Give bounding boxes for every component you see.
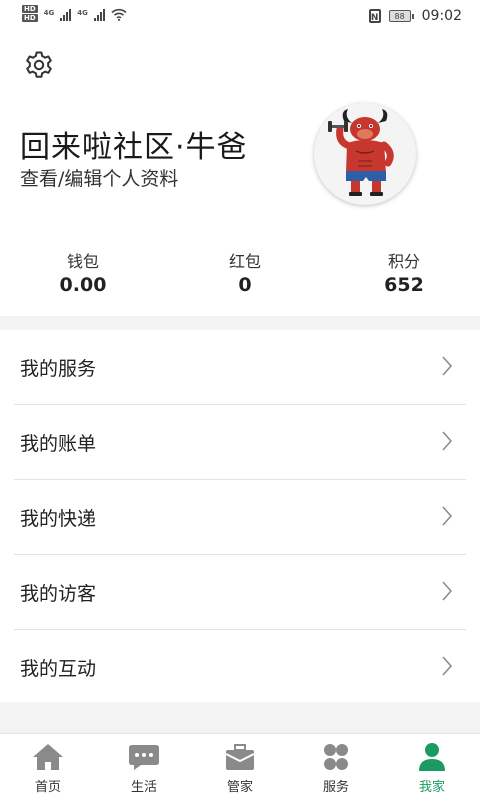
menu-item-my-deliveries[interactable]: 我的快递 (14, 480, 466, 555)
stat-value: 652 (384, 274, 424, 296)
menu-item-label: 我的访客 (20, 583, 97, 605)
network-type-label: 4G (43, 9, 55, 17)
chevron-right-icon (442, 656, 452, 676)
nav-label: 服务 (322, 780, 349, 795)
nav-tab-life[interactable]: 生活 (96, 734, 192, 801)
nfc-icon: N (368, 9, 381, 23)
menu-list: 我的服务 我的账单 我的快递 我的访客 我的互动 (0, 330, 480, 704)
points-stat[interactable]: 积分 652 (344, 248, 464, 296)
clock: 09:02 (421, 8, 462, 24)
stat-value: 0 (238, 274, 252, 296)
red-packet-stat[interactable]: 红包 0 (185, 248, 305, 296)
stat-value: 0.00 (59, 274, 107, 296)
gear-icon (26, 51, 52, 78)
stat-label: 红包 (228, 252, 261, 271)
nav-label: 我家 (418, 780, 445, 795)
nav-tab-my-home[interactable]: 我家 (384, 734, 480, 801)
hd-badge: HD (22, 14, 38, 22)
nav-tab-butler[interactable]: 管家 (192, 734, 288, 801)
nav-label: 生活 (130, 780, 157, 795)
nav-tab-home[interactable]: 首页 (0, 734, 96, 801)
edit-profile-link[interactable]: 查看/编辑个人资料 (20, 164, 178, 191)
menu-item-my-visitors[interactable]: 我的访客 (14, 555, 466, 630)
chevron-right-icon (442, 506, 452, 526)
stat-label: 钱包 (66, 252, 99, 271)
avatar[interactable] (314, 103, 416, 205)
network-type-label: 4G (77, 9, 88, 17)
signal-icon (60, 9, 72, 21)
menu-item-label: 我的服务 (20, 358, 97, 380)
menu-item-label: 我的账单 (20, 433, 97, 455)
home-icon (33, 744, 63, 770)
status-left: HD HD 4G 4G (22, 5, 127, 22)
wifi-icon (111, 8, 127, 21)
battery-icon: 88 (388, 10, 414, 22)
profile-name: 回来啦社区·牛爸 (20, 130, 248, 165)
nav-tab-services[interactable]: 服务 (288, 734, 384, 801)
menu-item-my-interactions[interactable]: 我的互动 (14, 630, 466, 704)
menu-item-my-services[interactable]: 我的服务 (14, 330, 466, 405)
hd-badge: HD (22, 5, 38, 13)
nav-label: 管家 (226, 780, 253, 795)
nav-label: 首页 (34, 780, 61, 795)
section-divider (0, 702, 480, 733)
settings-button[interactable] (24, 50, 54, 80)
signal-icon (93, 9, 105, 21)
bull-mascot-avatar (328, 109, 394, 196)
hd-indicators: HD HD (22, 5, 38, 22)
stat-label: 积分 (387, 252, 420, 271)
menu-item-my-bills[interactable]: 我的账单 (14, 405, 466, 480)
chevron-right-icon (442, 431, 452, 451)
section-divider (0, 316, 480, 330)
battery-level: 88 (388, 10, 411, 22)
wallet-stat[interactable]: 钱包 0.00 (23, 248, 143, 296)
grid-icon (324, 744, 348, 770)
user-icon (419, 743, 445, 771)
briefcase-icon (225, 744, 255, 770)
stats-row: 钱包 0.00 红包 0 积分 652 (0, 248, 480, 298)
menu-item-label: 我的互动 (20, 658, 97, 680)
bottom-nav: 首页 生活 管家 服务 我家 (0, 733, 480, 801)
chevron-right-icon (442, 581, 452, 601)
status-right: N 88 09:02 (368, 8, 462, 24)
status-bar: HD HD 4G 4G N 88 09:02 (0, 0, 480, 34)
chat-icon (129, 745, 159, 770)
menu-item-label: 我的快递 (20, 508, 97, 530)
chevron-right-icon (442, 356, 452, 376)
